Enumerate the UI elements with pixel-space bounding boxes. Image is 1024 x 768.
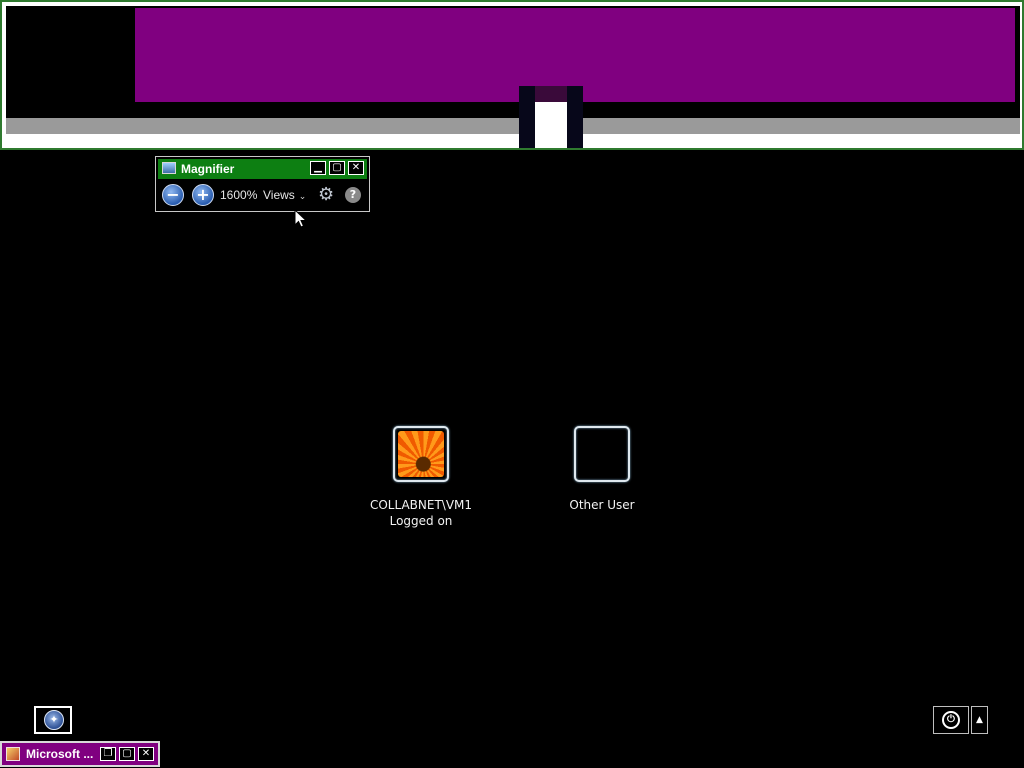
flower-picture-icon <box>398 431 444 477</box>
magnified-grey-band <box>6 118 1020 134</box>
ease-of-access-icon: ✦ <box>44 710 64 730</box>
magnifier-app-icon <box>162 162 176 174</box>
shut-down-button[interactable]: ⏻ <box>933 706 969 734</box>
minimize-button[interactable]: ▁ <box>310 161 326 175</box>
user-tile-label: COLLABNET\VM1 Logged on <box>351 497 491 529</box>
user-tile-label: Other User <box>532 497 672 513</box>
views-label: Views <box>263 188 295 202</box>
magnified-pointer-body <box>535 102 567 148</box>
restore-button[interactable]: ❐ <box>100 747 116 761</box>
gear-icon[interactable]: ⚙ <box>318 185 334 205</box>
mouse-cursor-icon <box>294 209 308 228</box>
zoom-level: 1600% <box>220 188 258 202</box>
user-picture-frame <box>393 426 449 482</box>
close-button[interactable]: ✕ <box>348 161 364 175</box>
maximize-button[interactable]: ▢ <box>329 161 345 175</box>
power-icon: ⏻ <box>942 711 960 729</box>
views-menu-button[interactable]: Views ⌄ <box>263 188 306 202</box>
magnifier-window: Magnifier ▁ ▢ ✕ − + 1600% Views ⌄ ⚙ ? <box>155 156 370 212</box>
minimized-window-bar[interactable]: Microsoft ... ❐ ▢ ✕ <box>0 741 160 767</box>
app-window-icon <box>6 747 20 761</box>
magnified-pointer-top <box>535 86 567 102</box>
magnifier-lens-view <box>0 0 1024 150</box>
user-tile-collabnet-vm1[interactable]: COLLABNET\VM1 Logged on <box>351 426 491 529</box>
shut-down-options-button[interactable]: ▲ <box>971 706 988 734</box>
user-tile-other-user[interactable]: Other User <box>532 426 672 513</box>
magnifier-title-bar[interactable]: Magnifier ▁ ▢ ✕ <box>158 159 367 179</box>
magnified-content <box>6 6 1020 148</box>
user-picture-frame <box>574 426 630 482</box>
zoom-in-button[interactable]: + <box>192 184 214 206</box>
close-button[interactable]: ✕ <box>138 747 154 761</box>
help-icon[interactable]: ? <box>345 187 361 203</box>
magnified-white-band <box>6 134 1020 148</box>
user-name: COLLABNET\VM1 <box>369 498 473 512</box>
magnifier-toolbar: − + 1600% Views ⌄ ⚙ ? <box>158 181 367 209</box>
chevron-down-icon: ⌄ <box>298 191 307 201</box>
magnifier-title: Magnifier <box>181 162 235 176</box>
user-name: Other User <box>569 498 635 512</box>
maximize-button[interactable]: ▢ <box>119 747 135 761</box>
zoom-out-button[interactable]: − <box>162 184 184 206</box>
minimized-window-title: Microsoft ... <box>26 747 94 761</box>
ease-of-access-button[interactable]: ✦ <box>34 706 72 734</box>
user-status: Logged on <box>389 514 453 528</box>
